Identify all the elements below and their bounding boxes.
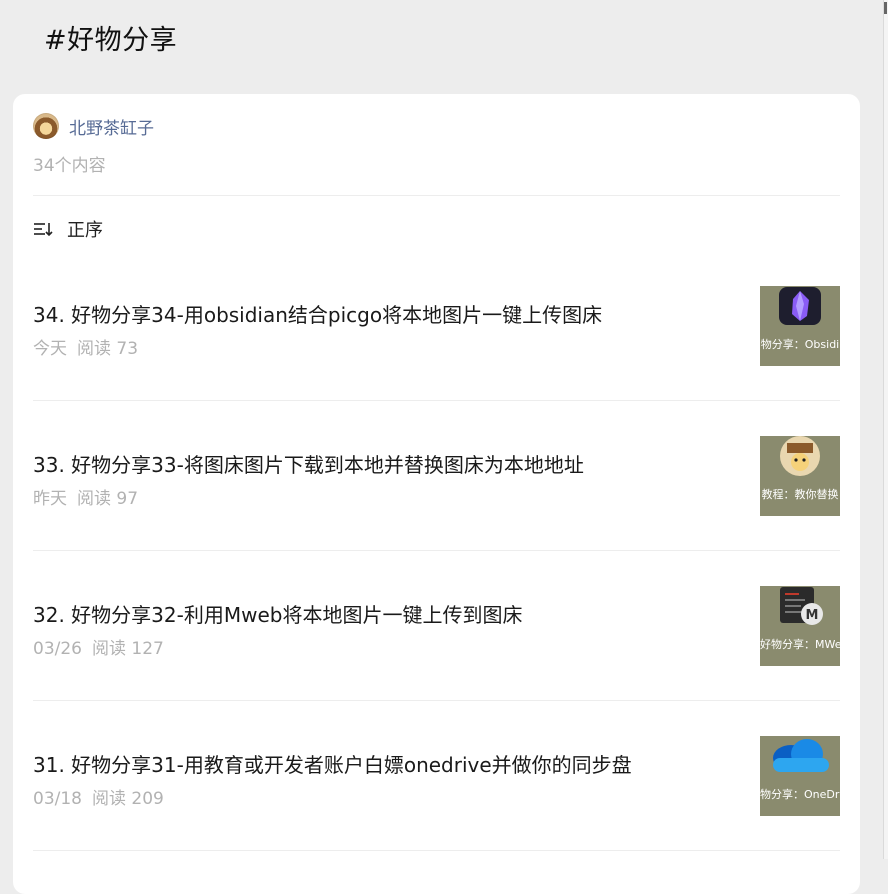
article-title[interactable]: 32. 好物分享32-利用Mweb将本地图片一键上传到图床: [33, 599, 522, 628]
article-meta: 昨天 阅读 97: [33, 484, 138, 509]
list-item[interactable]: 33. 好物分享33-将图床图片下载到本地并替换图床为本地地址 昨天 阅读 97 …: [33, 436, 840, 516]
article-date: 03/18: [33, 789, 82, 809]
content-count: 34个内容: [33, 156, 106, 176]
article-meta: 03/26 阅读 127: [33, 634, 164, 659]
article-thumbnail[interactable]: 物分享：OneDri: [760, 736, 840, 816]
article-title[interactable]: 33. 好物分享33-将图床图片下载到本地并替换图床为本地地址: [33, 449, 584, 478]
article-meta: 今天 阅读 73: [33, 334, 138, 359]
divider: [33, 700, 840, 701]
article-title[interactable]: 31. 好物分享31-用教育或开发者账户白嫖onedrive并做你的同步盘: [33, 749, 632, 778]
article-reads: 阅读 127: [92, 639, 164, 659]
sort-order-icon: [34, 223, 53, 237]
article-thumbnail[interactable]: 物分享：Obsidi: [760, 286, 840, 366]
author-name[interactable]: 北野茶缸子: [69, 114, 154, 139]
onedrive-icon: [773, 739, 829, 772]
thumbnail-caption: 物分享：Obsidi: [760, 338, 840, 351]
article-title[interactable]: 34. 好物分享34-用obsidian结合picgo将本地图片一键上传图床: [33, 299, 602, 328]
sort-toggle[interactable]: 正序: [33, 216, 103, 242]
article-thumbnail[interactable]: 教程：教你替换: [760, 436, 840, 516]
article-reads: 阅读 73: [77, 339, 139, 359]
article-meta: 03/18 阅读 209: [33, 784, 164, 809]
divider: [33, 400, 840, 401]
article-list-card: 北野茶缸子 34个内容 正序 34. 好物分享34-用obsidian结合pic…: [13, 94, 860, 894]
thumbnail-caption: 物分享：OneDri: [760, 788, 840, 801]
obsidian-icon: [779, 287, 821, 325]
avatar-icon: [780, 436, 820, 476]
svg-text:M: M: [806, 608, 819, 623]
article-reads: 阅读 97: [77, 489, 139, 509]
author-row[interactable]: 北野茶缸子: [33, 113, 154, 139]
mweb-icon: M: [780, 587, 823, 625]
list-item[interactable]: 34. 好物分享34-用obsidian结合picgo将本地图片一键上传图床 今…: [33, 286, 840, 366]
article-reads: 阅读 209: [92, 789, 164, 809]
divider: [33, 850, 840, 851]
scrollbar-thumb[interactable]: [884, 2, 887, 14]
divider: [33, 550, 840, 551]
divider: [33, 195, 840, 196]
thumbnail-caption: 教程：教你替换: [761, 488, 839, 501]
list-item[interactable]: 31. 好物分享31-用教育或开发者账户白嫖onedrive并做你的同步盘 03…: [33, 736, 840, 816]
scrollbar[interactable]: [883, 0, 888, 859]
sort-label: 正序: [67, 220, 103, 241]
article-date: 今天: [33, 339, 67, 359]
article-date: 03/26: [33, 639, 82, 659]
thumbnail-caption: 好物分享：MWeb: [760, 638, 840, 651]
list-item[interactable]: 32. 好物分享32-利用Mweb将本地图片一键上传到图床 03/26 阅读 12…: [33, 586, 840, 666]
article-date: 昨天: [33, 489, 67, 509]
article-thumbnail[interactable]: M 好物分享：MWeb: [760, 586, 840, 666]
page-title: #好物分享: [44, 25, 178, 56]
avatar[interactable]: [33, 113, 59, 139]
